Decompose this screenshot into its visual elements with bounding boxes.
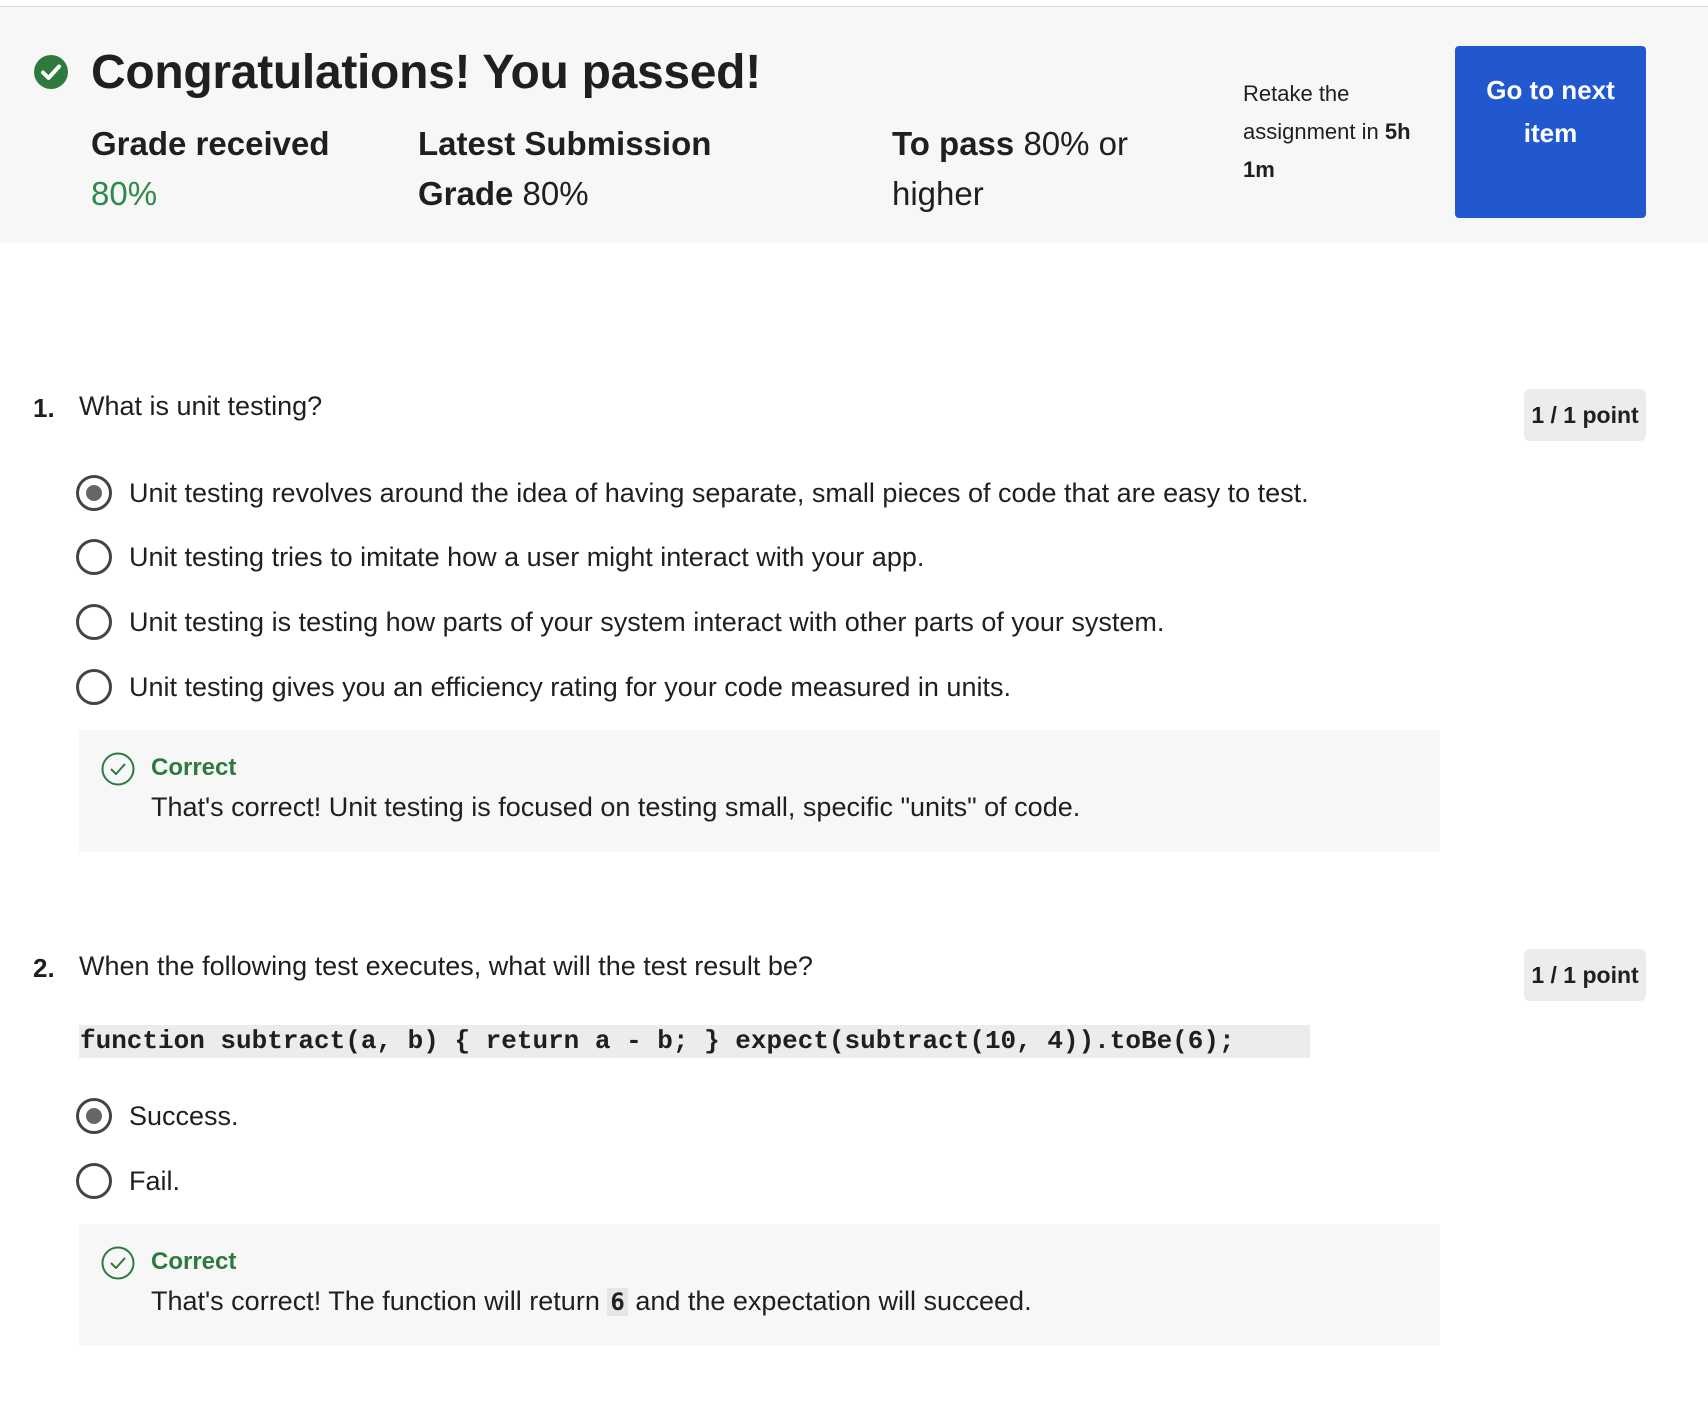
radio-button[interactable]	[76, 539, 112, 575]
latest-submission-value: 80%	[522, 175, 589, 212]
latest-submission-grade: Latest Submission Grade 80%	[418, 119, 748, 219]
answer-option[interactable]: Success.	[76, 1096, 239, 1136]
answer-option[interactable]: Unit testing revolves around the idea of…	[76, 473, 1309, 513]
points-badge: 1 / 1 point	[1524, 949, 1646, 1001]
feedback-text: That's correct! The function will return…	[151, 1286, 1032, 1317]
feedback-text-start: That's correct! The function will return	[151, 1286, 600, 1316]
option-label: Success.	[129, 1100, 239, 1131]
question-number: 1.	[33, 393, 55, 423]
radio-button[interactable]	[76, 604, 112, 640]
answer-option[interactable]: Unit testing gives you an efficiency rat…	[76, 667, 1011, 707]
option-label: Unit testing tries to imitate how a user…	[129, 541, 925, 572]
feedback-box: Correct That's correct! Unit testing is …	[79, 730, 1440, 852]
page-title: Congratulations! You passed!	[91, 46, 761, 99]
inline-code: 6	[607, 1288, 628, 1316]
passing-threshold: To pass 80% or higher	[892, 119, 1152, 219]
answer-option[interactable]: Unit testing is testing how parts of you…	[76, 602, 1164, 642]
feedback-text: That's correct! Unit testing is focused …	[151, 792, 1081, 822]
question-text: When the following test executes, what w…	[79, 951, 813, 981]
option-label: Unit testing gives you an efficiency rat…	[129, 671, 1011, 702]
grade-received: Grade received 80%	[91, 119, 331, 219]
retake-info: Retake the assignment in 5h 1m	[1243, 75, 1433, 189]
radio-button[interactable]	[76, 669, 112, 705]
option-label: Fail.	[129, 1165, 181, 1196]
code-snippet: function subtract(a, b) { return a - b; …	[79, 1025, 1310, 1058]
retake-label: Retake the assignment in	[1243, 81, 1379, 144]
check-circle-outline-icon	[101, 752, 135, 786]
feedback-box: Correct That's correct! The function wil…	[79, 1224, 1440, 1346]
answer-option[interactable]: Fail.	[76, 1161, 180, 1201]
question-number: 2.	[33, 953, 55, 983]
grade-received-value: 80%	[91, 175, 158, 212]
check-circle-icon	[34, 55, 68, 89]
feedback-title: Correct	[151, 754, 237, 781]
check-circle-outline-icon	[101, 1246, 135, 1280]
to-pass-label: To pass	[892, 125, 1015, 162]
top-divider	[0, 0, 1708, 7]
option-label: Unit testing is testing how parts of you…	[129, 606, 1165, 637]
result-banner: Congratulations! You passed! Grade recei…	[0, 7, 1708, 243]
radio-button[interactable]	[76, 1098, 112, 1134]
feedback-title: Correct	[151, 1248, 237, 1275]
radio-button[interactable]	[76, 1163, 112, 1199]
radio-button[interactable]	[76, 475, 112, 511]
answer-option[interactable]: Unit testing tries to imitate how a user…	[76, 537, 924, 577]
points-badge: 1 / 1 point	[1524, 389, 1646, 441]
grade-received-label: Grade received	[91, 125, 330, 162]
feedback-text-end: and the expectation will succeed.	[635, 1286, 1032, 1316]
go-to-next-item-button[interactable]: Go to next item	[1455, 46, 1646, 218]
question-text: What is unit testing?	[79, 391, 323, 421]
option-label: Unit testing revolves around the idea of…	[129, 477, 1309, 508]
